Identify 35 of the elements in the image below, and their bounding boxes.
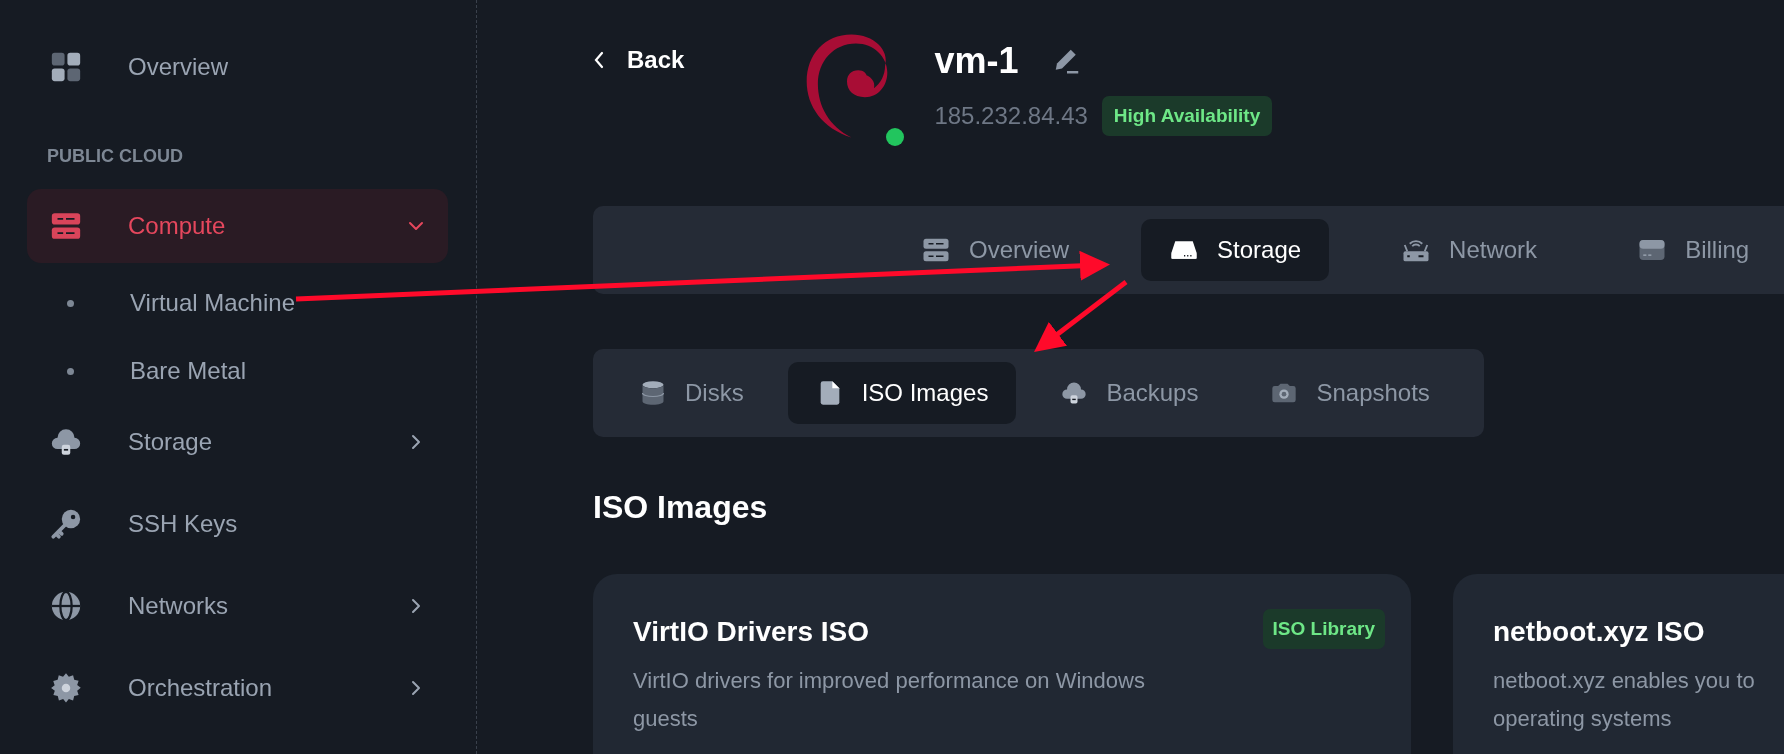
gear-icon xyxy=(49,671,83,705)
iso-card[interactable]: VirtIO Drivers ISO ISO Library VirtIO drivers for improved performance on Windows guests xyxy=(593,574,1411,754)
card-title: netboot.xyz ISO xyxy=(1493,616,1705,648)
sidebar-item[interactable]: Networks xyxy=(27,569,448,643)
library-badge: ISO Library xyxy=(1262,609,1385,649)
section-heading: PUBLIC CLOUD xyxy=(46,145,184,168)
back-button[interactable]: Back xyxy=(593,46,685,74)
card-description: netboot.xyz enables you to operating systems xyxy=(1493,667,1756,733)
tab[interactable]: Overview xyxy=(893,219,1098,281)
availability-badge: High Availability xyxy=(1101,96,1273,136)
sidebar-item[interactable]: Orchestration xyxy=(27,651,448,725)
card-title: VirtIO Drivers ISO xyxy=(633,616,870,648)
key-icon xyxy=(49,507,83,541)
sidebar-item[interactable]: SSH Keys xyxy=(27,487,448,561)
sidebar-item[interactable]: Storage xyxy=(27,405,448,479)
ip-address: 185.232.84.43 xyxy=(934,102,1088,130)
sidebar-subitem[interactable]: Bare Metal xyxy=(27,337,448,405)
tab[interactable]: Network xyxy=(1373,219,1566,281)
tab[interactable]: Snapshots xyxy=(1242,362,1458,424)
chevron-icon xyxy=(593,51,605,69)
sidebar-item[interactable]: Overview xyxy=(27,30,448,104)
section-title: ISO Images xyxy=(593,489,769,526)
grid-icon xyxy=(49,50,83,84)
sidebar-item[interactable]: Compute xyxy=(27,189,448,263)
tab[interactable]: Storage xyxy=(1141,219,1330,281)
tab[interactable]: Backups xyxy=(1032,362,1227,424)
globe-icon xyxy=(49,589,83,623)
card-description: VirtIO drivers for improved performance on Windows guests xyxy=(633,667,1146,733)
tab[interactable]: Disks xyxy=(611,362,772,424)
vm-name: vm-1 xyxy=(934,40,1019,82)
iso-card[interactable]: netboot.xyz ISO netboot.xyz enables you to operating systems xyxy=(1453,574,1784,754)
tab[interactable]: ISO Images xyxy=(787,362,1017,424)
sidebar-subitem[interactable]: Virtual Machine xyxy=(27,269,448,337)
db-icon xyxy=(639,379,667,407)
tab[interactable]: Billing xyxy=(1609,219,1778,281)
